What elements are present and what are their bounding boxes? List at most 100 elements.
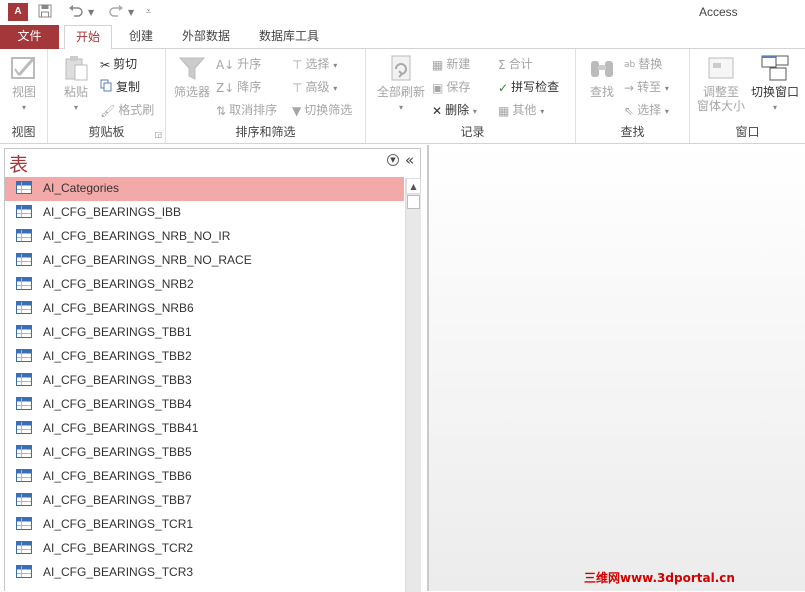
totals-button[interactable]: Σ 合计 — [498, 55, 533, 73]
switch-windows-dropdown-icon: ▾ — [772, 103, 777, 112]
list-item[interactable]: AI_CFG_BEARINGS_NRB6 — [5, 297, 404, 321]
remove-sort-button[interactable]: ⇅ 取消排序 — [216, 101, 277, 119]
format-painter-icon: 🖌 — [100, 103, 116, 118]
redo-dropdown-icon[interactable]: ▼ — [128, 8, 134, 17]
table-icon — [16, 517, 32, 530]
list-item[interactable]: AI_CFG_BEARINGS_NRB2 — [5, 273, 404, 297]
table-icon — [16, 181, 32, 194]
list-item[interactable]: AI_CFG_BEARINGS_TBB41 — [5, 417, 404, 441]
redo-icon[interactable] — [108, 4, 124, 22]
group-views: 视图 ▾ 视图 — [0, 49, 48, 143]
switch-windows-icon — [761, 55, 789, 81]
table-name: AI_CFG_BEARINGS_TBB4 — [43, 397, 192, 411]
scroll-thumb[interactable] — [407, 195, 420, 209]
delete-dropdown-icon: ▾ — [472, 107, 477, 116]
customize-quick-access-icon[interactable]: ⩡ — [146, 7, 151, 17]
tab-file[interactable]: 文件 — [0, 25, 59, 49]
list-item[interactable]: AI_CFG_BEARINGS_TBB2 — [5, 345, 404, 369]
list-item[interactable]: AI_CFG_BEARINGS_TCR3 — [5, 561, 404, 585]
undo-dropdown-icon[interactable]: ▼ — [88, 8, 94, 17]
window-title: Access — [699, 5, 738, 19]
paste-button[interactable]: 粘贴 ▾ — [56, 53, 96, 115]
cut-button[interactable]: ✂ 剪切 — [100, 55, 137, 73]
filter-button[interactable]: 筛选器 — [172, 53, 212, 99]
view-icon — [11, 57, 35, 79]
save-record-button[interactable]: ▣ 保存 — [432, 78, 470, 96]
new-record-button[interactable]: ▦ 新建 — [432, 55, 470, 73]
tab-database-tools[interactable]: 数据库工具 — [250, 25, 328, 49]
format-painter-button[interactable]: 🖌 格式刷 — [100, 101, 154, 119]
group-clipboard-label: 剪贴板 — [88, 125, 125, 139]
list-item[interactable]: AI_CFG_BEARINGS_TBB6 — [5, 465, 404, 489]
switch-windows-label: 切换窗口 — [750, 85, 799, 99]
selection-filter-button[interactable]: ⊤ 选择 ▾ — [292, 55, 337, 73]
table-name: AI_CFG_BEARINGS_TBB2 — [43, 349, 192, 363]
binoculars-icon — [591, 61, 613, 77]
list-item[interactable]: AI_CFG_BEARINGS_TCR1 — [5, 513, 404, 537]
copy-button[interactable]: 复制 — [100, 78, 140, 96]
save-record-icon: ▣ — [432, 80, 444, 95]
clipboard-launcher-icon[interactable]: ◲ — [154, 130, 162, 139]
undo-icon[interactable] — [68, 4, 84, 22]
spelling-label: 拼写检查 — [511, 80, 560, 94]
list-item[interactable]: AI_CFG_BEARINGS_IBB — [5, 201, 404, 225]
table-name: AI_CFG_BEARINGS_NRB2 — [43, 277, 194, 291]
replace-label: 替换 — [638, 57, 663, 71]
scissors-icon: ✂ — [100, 57, 111, 72]
advanced-filter-button[interactable]: ⊤ 高级 ▾ — [292, 78, 337, 96]
tab-external-data[interactable]: 外部数据 — [172, 25, 240, 49]
sort-descending-button[interactable]: Z↓ 降序 — [216, 78, 261, 96]
list-item[interactable]: AI_CFG_BEARINGS_TBB5 — [5, 441, 404, 465]
access-app-icon[interactable]: A — [8, 3, 28, 21]
refresh-all-button[interactable]: 全部刷新 ▾ — [376, 53, 426, 115]
list-item[interactable]: AI_CFG_BEARINGS_TBB3 — [5, 369, 404, 393]
list-item[interactable]: AI_CFG_BEARINGS_NRB_NO_RACE — [5, 249, 404, 273]
scroll-up-icon[interactable]: ▲ — [406, 178, 421, 194]
ribbon: 视图 ▾ 视图 粘贴 ▾ ✂ 剪切 复制 🖌 格式刷 剪贴板 ◲ 筛选器 A↓ 升序 — [0, 49, 805, 144]
navigation-pane-header[interactable]: 表 ▼ « — [5, 149, 420, 177]
sort-ascending-icon: A↓ — [216, 57, 235, 72]
more-button[interactable]: ▦ 其他 ▾ — [498, 101, 544, 119]
sort-ascending-button[interactable]: A↓ 升序 — [216, 55, 261, 73]
table-name: AI_CFG_BEARINGS_NRB6 — [43, 301, 194, 315]
nav-menu-dropdown-icon[interactable]: ▼ — [387, 154, 399, 166]
list-item[interactable]: AI_CFG_BEARINGS_TBB4 — [5, 393, 404, 417]
cut-label: 剪切 — [113, 57, 138, 71]
delete-record-button[interactable]: ✕ 删除 ▾ — [432, 101, 477, 119]
table-name: AI_CFG_BEARINGS_IBB — [43, 205, 182, 219]
tab-create[interactable]: 创建 — [118, 25, 164, 49]
table-icon — [16, 253, 32, 266]
list-item[interactable]: AI_CFG_BEARINGS_TBB7 — [5, 489, 404, 513]
table-name: AI_CFG_BEARINGS_TBB41 — [43, 421, 199, 435]
group-window-label: 窗口 — [735, 125, 760, 139]
title-bar: A ▼ ▼ ⩡ Access — [0, 0, 805, 25]
group-records-label: 记录 — [460, 125, 485, 139]
save-icon[interactable] — [38, 4, 52, 22]
list-item[interactable]: AI_Categories — [5, 177, 404, 201]
toggle-filter-icon: ▼ — [292, 103, 302, 118]
spelling-icon: ✓ — [498, 80, 509, 95]
size-to-fit-form-button[interactable]: 调整至 窗体大小 — [694, 53, 748, 113]
size-to-fit-label-2: 窗体大小 — [696, 99, 745, 113]
list-item[interactable]: AI_CFG_BEARINGS_NRB_NO_IR — [5, 225, 404, 249]
table-name: AI_CFG_BEARINGS_TCR3 — [43, 565, 194, 579]
group-window: 调整至 窗体大小 切换窗口 ▾ 窗口 — [690, 49, 805, 143]
selection-filter-icon: ⊤ — [292, 57, 303, 72]
list-item[interactable]: AI_CFG_BEARINGS_TBB1 — [5, 321, 404, 345]
goto-button[interactable]: → 转至 ▾ — [624, 78, 669, 96]
nav-scrollbar[interactable]: ▲ — [405, 178, 421, 592]
view-button[interactable]: 视图 ▾ — [6, 53, 42, 115]
table-icon — [16, 541, 32, 554]
switch-windows-button[interactable]: 切换窗口 ▾ — [748, 53, 802, 115]
collapse-pane-icon[interactable]: « — [405, 151, 414, 169]
view-label: 视图 — [11, 85, 36, 99]
find-button[interactable]: 查找 — [582, 53, 622, 99]
tab-home[interactable]: 开始 — [64, 25, 112, 50]
toggle-filter-button[interactable]: ▼ 切换筛选 — [292, 101, 352, 119]
list-item[interactable]: AI_CFG_BEARINGS_TCR2 — [5, 537, 404, 561]
spelling-button[interactable]: ✓ 拼写检查 — [498, 78, 559, 96]
select-dropdown-icon: ▾ — [664, 107, 669, 116]
select-button[interactable]: ⇖ 选择 ▾ — [624, 101, 669, 119]
sort-descending-icon: Z↓ — [216, 80, 235, 95]
replace-button[interactable]: ab 替换 — [624, 55, 662, 73]
